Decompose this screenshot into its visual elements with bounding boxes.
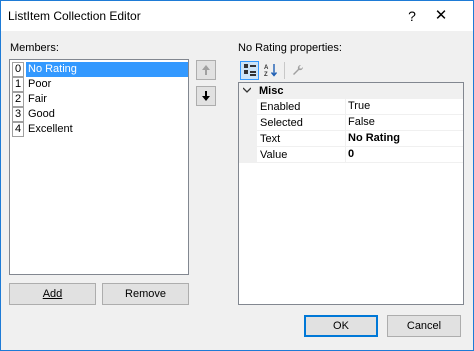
add-button[interactable]: Add xyxy=(9,283,96,305)
svg-text:Z: Z xyxy=(264,72,268,77)
categorized-icon xyxy=(243,64,256,76)
member-name: Excellent xyxy=(28,123,73,135)
member-index: 1 xyxy=(12,77,24,92)
wrench-icon xyxy=(292,64,303,75)
member-index: 3 xyxy=(12,107,24,122)
add-button-label: Add xyxy=(42,288,63,300)
list-item[interactable]: 4 Excellent xyxy=(12,122,188,137)
member-index: 0 xyxy=(12,62,24,77)
title-bar[interactable]: ListItem Collection Editor ? ✕ xyxy=(1,1,473,31)
list-item[interactable]: 0 No Rating xyxy=(12,62,188,77)
property-row-value[interactable]: Value 0 xyxy=(257,147,463,163)
move-up-button[interactable] xyxy=(196,60,216,80)
members-label: Members: xyxy=(10,42,59,54)
member-name: Good xyxy=(28,108,55,120)
remove-button[interactable]: Remove xyxy=(102,283,189,305)
member-index: 2 xyxy=(12,92,24,107)
list-item[interactable]: 1 Poor xyxy=(12,77,188,92)
collection-editor-dialog: ListItem Collection Editor ? ✕ Members: … xyxy=(0,0,474,351)
chevron-down-icon[interactable] xyxy=(242,84,252,98)
property-name: Text xyxy=(260,133,281,145)
member-index: 4 xyxy=(12,122,24,137)
properties-label: No Rating properties: xyxy=(238,42,342,54)
property-value[interactable]: True xyxy=(345,99,463,114)
move-down-button[interactable] xyxy=(196,86,216,106)
members-list[interactable]: 0 No Rating 1 Poor 2 Fair 3 Good 4 Excel… xyxy=(9,59,189,275)
arrow-up-icon xyxy=(202,65,210,75)
property-row-text[interactable]: Text No Rating xyxy=(257,131,463,147)
arrow-down-icon xyxy=(202,91,210,101)
toolbar-separator xyxy=(284,62,285,79)
ok-button[interactable]: OK xyxy=(304,315,378,337)
list-item[interactable]: 3 Good xyxy=(12,107,188,122)
window-title: ListItem Collection Editor xyxy=(8,9,141,23)
property-name: Enabled xyxy=(260,101,301,113)
ok-button-label: OK xyxy=(333,320,349,332)
property-row-selected[interactable]: Selected False xyxy=(257,115,463,131)
close-button[interactable]: ✕ xyxy=(430,5,452,27)
cancel-button-label: Cancel xyxy=(406,320,442,332)
member-name: No Rating xyxy=(26,62,188,77)
help-button[interactable]: ? xyxy=(401,5,423,27)
category-misc[interactable]: Misc xyxy=(239,83,463,99)
property-pages-button[interactable] xyxy=(288,61,307,80)
alphabetical-icon: A Z xyxy=(264,64,277,78)
list-item[interactable]: 2 Fair xyxy=(12,92,188,107)
property-name: Value xyxy=(260,149,288,161)
property-value[interactable]: False xyxy=(345,115,463,130)
member-name: Fair xyxy=(28,93,47,105)
property-value[interactable]: 0 xyxy=(345,147,463,162)
property-grid[interactable]: Misc Enabled True Selected False Text No… xyxy=(238,82,464,305)
categorized-button[interactable] xyxy=(240,61,259,80)
remove-button-label: Remove xyxy=(125,288,166,300)
property-name: Selected xyxy=(260,117,303,129)
property-grid-toolbar: A Z xyxy=(238,59,464,81)
alphabetical-button[interactable]: A Z xyxy=(261,61,280,80)
cancel-button[interactable]: Cancel xyxy=(387,315,461,337)
svg-text:A: A xyxy=(264,65,269,71)
category-name: Misc xyxy=(259,85,284,97)
property-value[interactable]: No Rating xyxy=(345,131,463,146)
property-row-enabled[interactable]: Enabled True xyxy=(257,99,463,115)
member-name: Poor xyxy=(28,78,52,90)
